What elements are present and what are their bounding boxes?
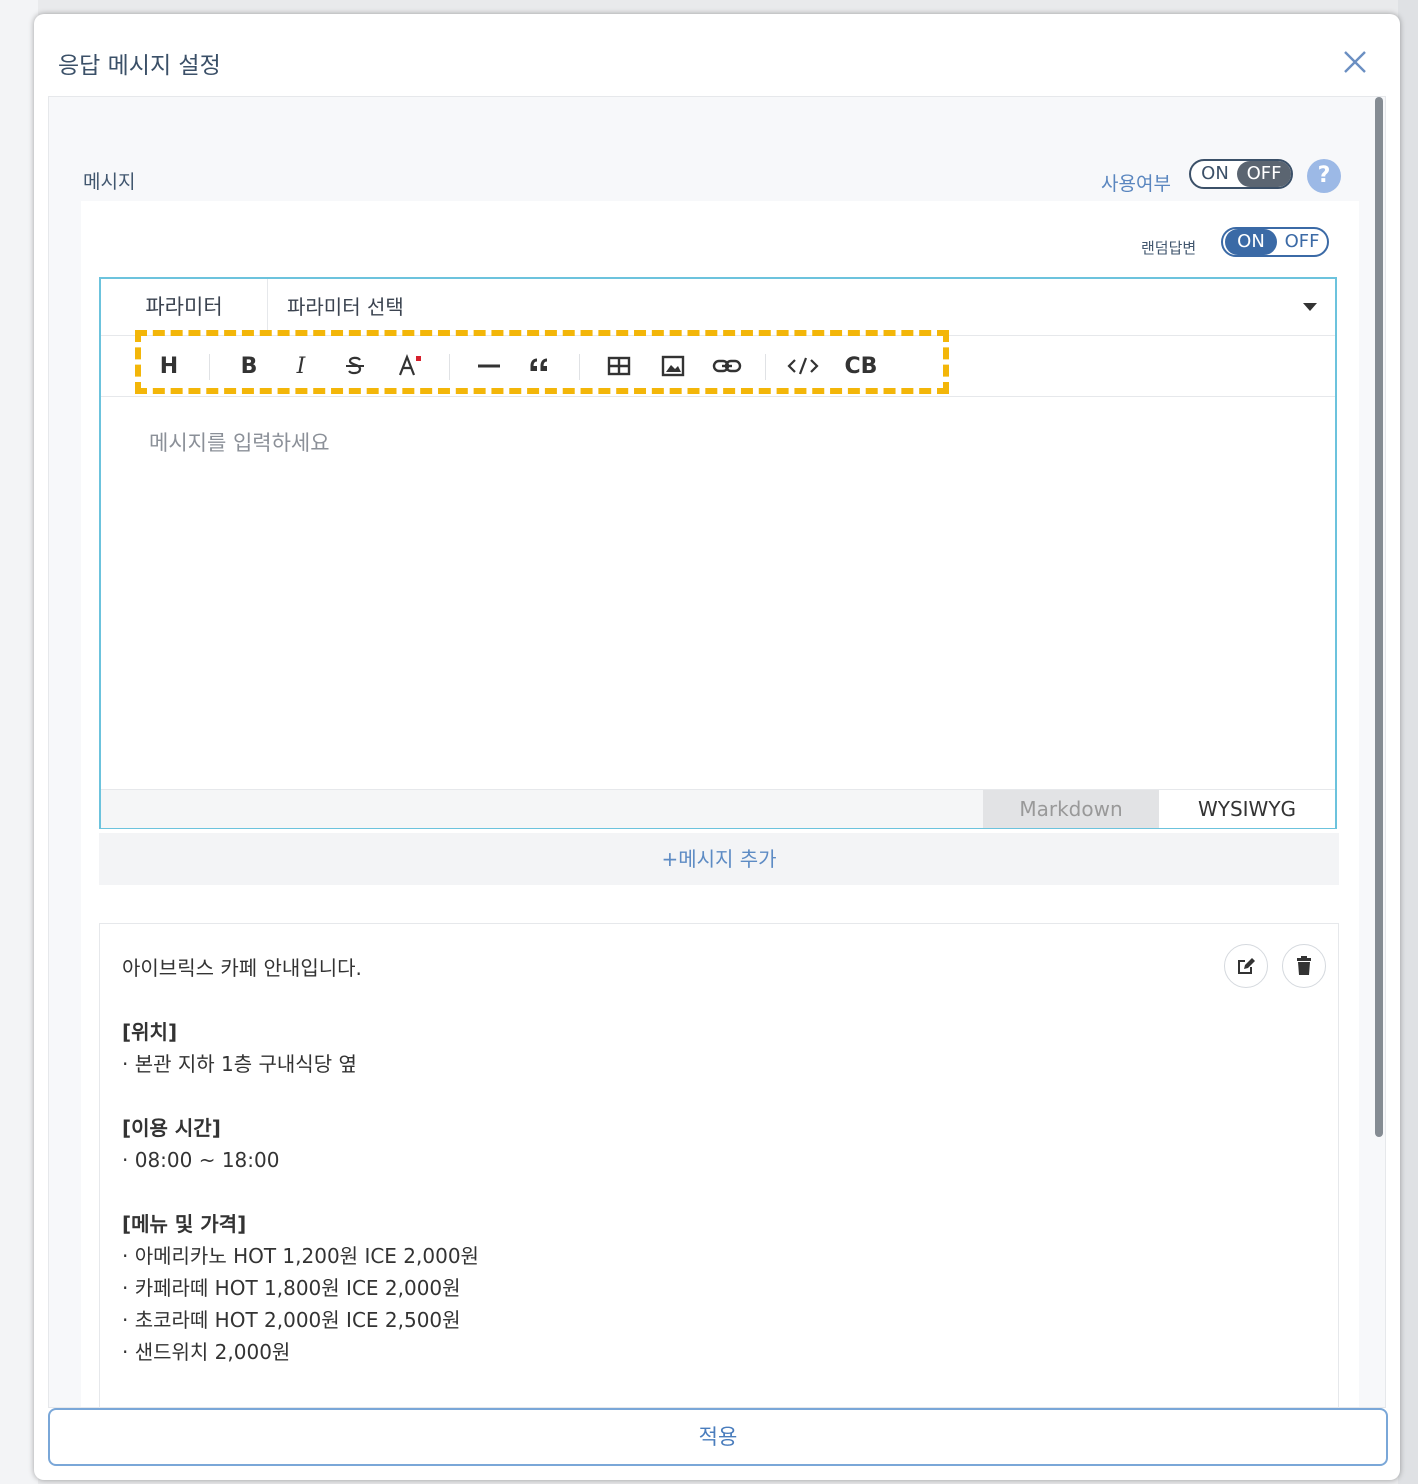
parameter-select-value: 파라미터 선택 [287, 295, 404, 319]
code-block-button[interactable]: CB [843, 350, 879, 382]
use-toggle-on: ON [1201, 163, 1229, 184]
saved-message-card: 아이브릭스 카페 안내입니다. [위치] · 본관 지하 1층 구내식당 옆 [… [99, 923, 1339, 1407]
heading-icon: H [159, 353, 179, 379]
close-icon [1344, 51, 1366, 73]
link-button[interactable] [711, 350, 743, 382]
random-answer-label: 랜덤답변 [1141, 239, 1197, 257]
modal-body: 메시지 사용여부 ON OFF ? 랜덤답변 ON OFF 파라미터 파라미터 … [48, 96, 1386, 1408]
code-block-icon: CB [844, 353, 878, 379]
message-line: · 본관 지하 1층 구내식당 옆 [122, 1052, 357, 1076]
quote-icon [530, 358, 548, 371]
heading-button[interactable]: H [153, 350, 185, 382]
markdown-mode-tab[interactable]: Markdown [983, 790, 1159, 828]
message-input[interactable]: 메시지를 입력하세요 [101, 397, 1335, 787]
background-right-edge [1398, 0, 1418, 1484]
message-editor: 파라미터 파라미터 선택 H B I CB 메시지를 입력하세요 Markdow… [99, 277, 1337, 829]
link-icon [712, 359, 742, 373]
italic-button[interactable]: I [285, 350, 317, 382]
edit-icon [1238, 958, 1255, 974]
close-button[interactable] [1337, 44, 1373, 80]
toolbar-divider [765, 354, 766, 380]
message-section-label: 메시지 [83, 171, 136, 193]
editor-toolbar: H B I CB [101, 336, 1335, 397]
parameter-row: 파라미터 파라미터 선택 [101, 279, 1335, 336]
menu-item: · 초코라떼 HOT 2,000원 ICE 2,500원 [122, 1308, 461, 1332]
scrollbar-thumb[interactable] [1375, 97, 1383, 1137]
help-icon[interactable]: ? [1307, 159, 1341, 193]
message-line: 아이브릭스 카페 안내입니다. [122, 956, 362, 980]
menu-item: · 카페라떼 HOT 1,800원 ICE 2,000원 [122, 1276, 461, 1300]
message-card: 랜덤답변 ON OFF 파라미터 파라미터 선택 H B I CB 메시지를 입… [81, 201, 1359, 1407]
image-icon [661, 355, 685, 377]
italic-icon: I [296, 353, 306, 379]
background-sidebar [0, 0, 38, 1484]
strike-button[interactable] [339, 350, 371, 382]
use-toggle-label: 사용여부 [1101, 173, 1171, 195]
modal-title: 응답 메시지 설정 [58, 53, 221, 79]
random-toggle-off: OFF [1284, 231, 1320, 252]
parameter-label: 파라미터 [101, 279, 268, 335]
apply-button[interactable]: 적용 [48, 1408, 1388, 1466]
message-heading: [이용 시간] [122, 1116, 221, 1140]
edit-message-button[interactable] [1224, 944, 1268, 988]
bold-button[interactable]: B [233, 350, 265, 382]
image-button[interactable] [657, 350, 689, 382]
bold-icon: B [240, 353, 258, 379]
chevron-down-icon [1303, 303, 1317, 311]
menu-item: · 아메리카노 HOT 1,200원 ICE 2,000원 [122, 1244, 479, 1268]
random-toggle-on: ON [1225, 229, 1277, 255]
table-icon [607, 356, 631, 376]
message-heading: [위치] [122, 1020, 178, 1044]
message-input-placeholder: 메시지를 입력하세요 [149, 431, 330, 455]
parameter-select[interactable]: 파라미터 선택 [269, 279, 1335, 335]
code-icon [787, 357, 819, 375]
message-line: · 08:00 ~ 18:00 [122, 1148, 280, 1172]
random-answer-toggle[interactable]: ON OFF [1221, 227, 1329, 257]
delete-message-button[interactable] [1282, 944, 1326, 988]
add-message-button[interactable]: +메시지 추가 [99, 833, 1339, 885]
text-color-icon [398, 353, 421, 376]
modal-scrollbar[interactable] [1375, 97, 1383, 1407]
message-heading: [메뉴 및 가격] [122, 1212, 247, 1236]
code-button[interactable] [787, 350, 819, 382]
response-message-modal: 응답 메시지 설정 메시지 사용여부 ON OFF ? 랜덤답변 ON OFF … [34, 14, 1400, 1480]
trash-icon [1297, 956, 1311, 975]
use-toggle-off: OFF [1237, 161, 1291, 187]
strike-icon [346, 356, 364, 375]
wysiwyg-mode-tab[interactable]: WYSIWYG [1159, 790, 1335, 828]
horizontal-rule-button[interactable] [473, 350, 505, 382]
toolbar-divider [449, 354, 450, 380]
editor-mode-bar: Markdown WYSIWYG [101, 789, 1335, 828]
text-color-button[interactable] [395, 350, 427, 382]
quote-button[interactable] [525, 350, 557, 382]
hr-icon [478, 364, 500, 368]
table-button[interactable] [603, 350, 635, 382]
saved-message-text: 아이브릭스 카페 안내입니다. [위치] · 본관 지하 1층 구내식당 옆 [… [122, 952, 1182, 1368]
toolbar-divider [579, 354, 580, 380]
menu-item: · 샌드위치 2,000원 [122, 1340, 291, 1364]
use-toggle[interactable]: ON OFF [1189, 159, 1293, 189]
toolbar-divider [209, 354, 210, 380]
